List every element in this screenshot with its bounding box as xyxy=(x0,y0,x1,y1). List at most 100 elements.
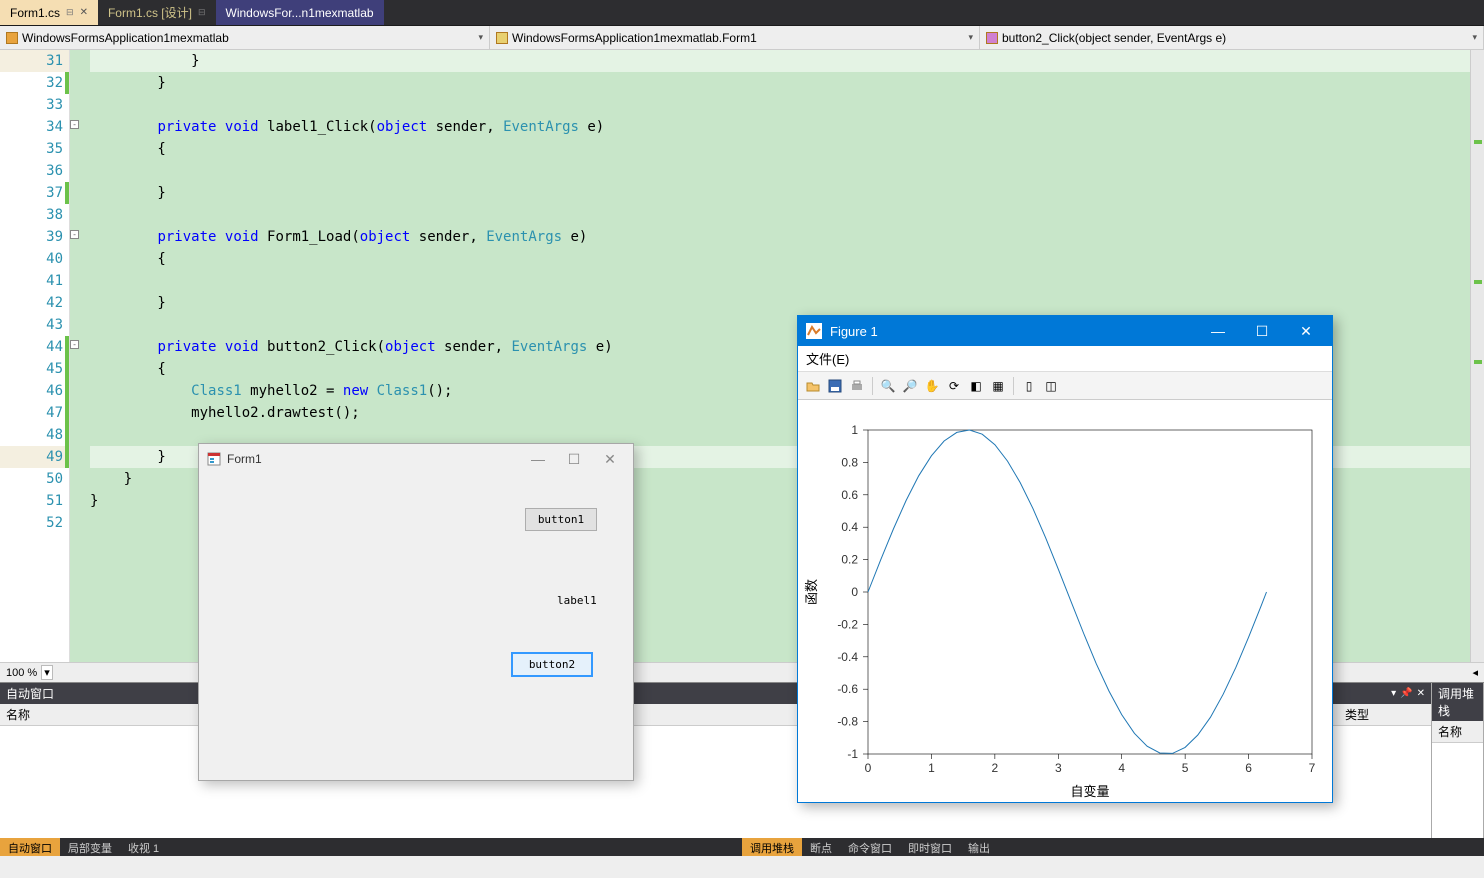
method-icon xyxy=(986,32,998,44)
callstack-pane-title[interactable]: 调用堆栈 xyxy=(1432,683,1483,721)
tab-label: Form1.cs [设计] xyxy=(108,4,192,21)
tool-tab-output[interactable]: 输出 xyxy=(960,838,998,856)
form1-titlebar[interactable]: Form1 — ☐ ✕ xyxy=(199,444,633,474)
nav-class-dropdown[interactable]: WindowsFormsApplication1mexmatlab.Form1 … xyxy=(490,26,980,49)
zoom-level: 100 % xyxy=(6,667,37,679)
svg-text:7: 7 xyxy=(1309,761,1316,775)
svg-text:-1: -1 xyxy=(847,747,858,761)
tool-tab-breakpoints[interactable]: 断点 xyxy=(802,838,840,856)
nav-member-label: button2_Click(object sender, EventArgs e… xyxy=(1002,31,1226,45)
pan-icon[interactable]: ✋ xyxy=(923,377,941,395)
figure-toolbar: 🔍 🔎 ✋ ⟳ ◧ ▦ ▯ ◫ xyxy=(798,372,1332,400)
close-icon[interactable]: ✕ xyxy=(1417,688,1425,699)
tab-form1-design[interactable]: Form1.cs [设计] ⊟ xyxy=(98,0,216,25)
callstack-body[interactable] xyxy=(1432,743,1483,838)
svg-text:-0.8: -0.8 xyxy=(837,715,858,729)
svg-text:0: 0 xyxy=(851,585,858,599)
tab-label: WindowsFor...n1mexmatlab xyxy=(226,6,374,20)
svg-text:函数: 函数 xyxy=(804,579,819,605)
pin-icon[interactable]: 📌 xyxy=(1400,688,1412,699)
overview-ruler[interactable] xyxy=(1470,50,1484,662)
label1: label1 xyxy=(557,594,597,607)
zoom-dropdown[interactable]: ▾ xyxy=(41,665,53,680)
close-button[interactable]: ✕ xyxy=(1288,323,1324,340)
nav-namespace-dropdown[interactable]: WindowsFormsApplication1mexmatlab ▾ xyxy=(0,26,490,49)
svg-text:0: 0 xyxy=(865,761,872,775)
nav-breadcrumb: WindowsFormsApplication1mexmatlab ▾ Wind… xyxy=(0,26,1484,50)
callstack-columns: 名称 xyxy=(1432,721,1483,743)
print-icon[interactable] xyxy=(848,377,866,395)
class-icon xyxy=(496,32,508,44)
zoom-in-icon[interactable]: 🔍 xyxy=(879,377,897,395)
open-icon[interactable] xyxy=(804,377,822,395)
svg-text:0.4: 0.4 xyxy=(841,520,858,534)
pin-icon[interactable]: ⊟ xyxy=(66,7,74,18)
tab-form1-cs[interactable]: Form1.cs ⊟ ✕ xyxy=(0,0,98,25)
left-tool-tabs: 自动窗口 局部变量 收视 1 xyxy=(0,838,742,856)
minimize-button[interactable]: — xyxy=(523,451,553,467)
close-button[interactable]: ✕ xyxy=(595,451,625,468)
svg-text:0.8: 0.8 xyxy=(841,455,858,469)
button1[interactable]: button1 xyxy=(525,508,597,531)
svg-text:0.2: 0.2 xyxy=(841,553,858,567)
zoom-out-icon[interactable]: 🔎 xyxy=(901,377,919,395)
matlab-icon xyxy=(806,323,822,339)
form1-title: Form1 xyxy=(227,452,262,466)
col-name[interactable]: 名称 xyxy=(1438,723,1477,740)
svg-text:4: 4 xyxy=(1118,761,1125,775)
tool-tab-autos[interactable]: 自动窗口 xyxy=(0,838,60,856)
pane-title-label: 调用堆栈 xyxy=(1438,685,1477,719)
col-type[interactable]: 类型 xyxy=(1345,706,1425,723)
figure-menubar: 文件(E) xyxy=(798,346,1332,372)
tool-tab-callstack[interactable]: 调用堆栈 xyxy=(742,838,802,856)
svg-text:6: 6 xyxy=(1245,761,1252,775)
close-icon[interactable]: ✕ xyxy=(80,7,88,18)
tool-tab-command[interactable]: 命令窗口 xyxy=(840,838,900,856)
line-number-gutter: 31323334-3536373839-4041424344-454647484… xyxy=(0,50,70,662)
svg-text:-0.4: -0.4 xyxy=(837,650,858,664)
figure-axes[interactable]: 01234567-1-0.8-0.6-0.4-0.200.20.40.60.81… xyxy=(798,400,1332,802)
pin-icon[interactable]: ⊟ xyxy=(198,7,206,18)
figure-window[interactable]: Figure 1 — ☐ ✕ 文件(E) 🔍 🔎 ✋ ⟳ ◧ ▦ ▯ ◫ 0 1 2… xyxy=(797,315,1333,803)
change-marker xyxy=(1474,280,1482,284)
insert-legend-icon[interactable]: ◫ xyxy=(1042,377,1060,395)
nav-member-dropdown[interactable]: button2_Click(object sender, EventArgs e… xyxy=(980,26,1484,49)
nav-namespace-label: WindowsFormsApplication1mexmatlab xyxy=(22,31,229,45)
right-tool-tabs: 调用堆栈 断点 命令窗口 即时窗口 输出 xyxy=(742,838,1484,856)
maximize-button[interactable]: ☐ xyxy=(559,451,589,468)
brush-icon[interactable]: ▦ xyxy=(989,377,1007,395)
tab-project[interactable]: WindowsFor...n1mexmatlab xyxy=(216,0,384,25)
hscroll-left[interactable]: ◂ xyxy=(1472,666,1478,679)
figure-titlebar[interactable]: Figure 1 — ☐ ✕ xyxy=(798,316,1332,346)
button2[interactable]: button2 xyxy=(511,652,593,677)
menu-file[interactable]: 文件(E) xyxy=(806,349,849,368)
svg-text:2: 2 xyxy=(992,761,999,775)
svg-text:1: 1 xyxy=(928,761,935,775)
insert-colorbar-icon[interactable]: ▯ xyxy=(1020,377,1038,395)
svg-text:-0.2: -0.2 xyxy=(837,617,858,631)
change-marker xyxy=(1474,140,1482,144)
document-tabs: Form1.cs ⊟ ✕ Form1.cs [设计] ⊟ WindowsFor.… xyxy=(0,0,1484,26)
separator xyxy=(1013,377,1014,395)
rotate-icon[interactable]: ⟳ xyxy=(945,377,963,395)
chevron-down-icon: ▾ xyxy=(478,32,483,43)
tool-tab-immediate[interactable]: 即时窗口 xyxy=(900,838,960,856)
dropdown-icon[interactable]: ▾ xyxy=(1391,688,1396,699)
form1-window[interactable]: Form1 — ☐ ✕ button1 label1 button2 xyxy=(198,443,634,781)
tool-tab-locals[interactable]: 局部变量 xyxy=(60,838,120,856)
minimize-button[interactable]: — xyxy=(1200,323,1236,339)
save-icon[interactable] xyxy=(826,377,844,395)
svg-text:自变量: 自变量 xyxy=(1070,784,1109,799)
svg-text:3: 3 xyxy=(1055,761,1062,775)
callstack-pane: 调用堆栈 名称 xyxy=(1432,683,1484,838)
separator xyxy=(872,377,873,395)
tool-tab-watch1[interactable]: 收视 1 xyxy=(120,838,167,856)
namespace-icon xyxy=(6,32,18,44)
datacursor-icon[interactable]: ◧ xyxy=(967,377,985,395)
chevron-down-icon: ▾ xyxy=(968,32,973,43)
tab-label: Form1.cs xyxy=(10,6,60,20)
figure-title: Figure 1 xyxy=(830,324,878,339)
maximize-button[interactable]: ☐ xyxy=(1244,323,1280,340)
winforms-icon xyxy=(207,452,221,466)
svg-text:0.6: 0.6 xyxy=(841,488,858,502)
